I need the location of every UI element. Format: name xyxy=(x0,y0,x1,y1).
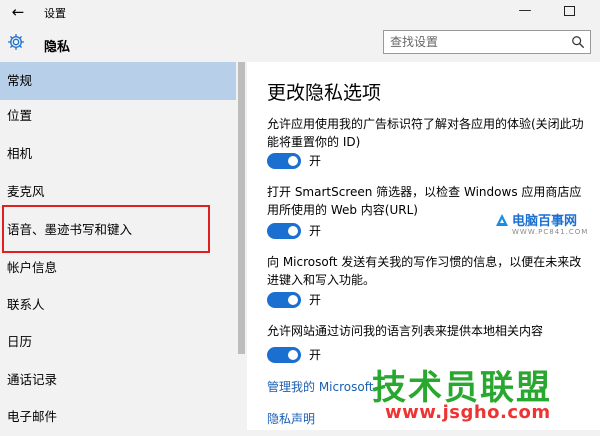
highlight-box xyxy=(2,205,210,253)
sidebar-item-location[interactable]: 位置 xyxy=(0,97,236,135)
gear-icon xyxy=(8,34,24,50)
manage-microsoft-link[interactable]: 管理我的 Microsoft xyxy=(267,378,373,395)
window-title: 设置 xyxy=(44,7,66,20)
toggle-state-label: 开 xyxy=(309,224,322,238)
toggle-advertising-id[interactable] xyxy=(267,153,301,169)
title-bar: ← 设置 — xyxy=(0,0,600,26)
toggle-state-label: 开 xyxy=(309,293,322,307)
setting-description-language-list: 允许网站通过访问我的语言列表来提供本地相关内容 xyxy=(267,324,544,338)
sidebar-scrollbar[interactable] xyxy=(237,62,246,430)
toggle-state-label: 开 xyxy=(309,154,322,168)
privacy-statement-link[interactable]: 隐私声明 xyxy=(267,410,315,427)
sidebar-item-call-history[interactable]: 通话记录 xyxy=(0,361,236,399)
sidebar-item-camera[interactable]: 相机 xyxy=(0,135,236,173)
toggle-language-list[interactable] xyxy=(267,347,301,363)
search-icon[interactable] xyxy=(571,35,585,49)
search-box[interactable] xyxy=(383,30,591,54)
watermark-url: www.jsgho.com xyxy=(385,402,551,423)
sidebar-item-contacts[interactable]: 联系人 xyxy=(0,286,236,324)
minimize-button[interactable]: — xyxy=(516,3,534,19)
section-title: 隐私 xyxy=(44,40,71,55)
toggle-knob xyxy=(288,156,298,166)
toggle-smartscreen[interactable] xyxy=(267,223,301,239)
toggle-knob xyxy=(288,226,298,236)
sidebar-item-general[interactable]: 常规 xyxy=(0,62,236,100)
maximize-button[interactable] xyxy=(560,3,578,19)
toggle-state-label: 开 xyxy=(309,348,322,362)
back-button[interactable]: ← xyxy=(8,2,28,22)
watermark-logo-text: 电脑百事网 xyxy=(512,214,578,229)
setting-description-writing-info: 向 Microsoft 发送有关我的写作习惯的信息，以便在未来改进键入和写入功能… xyxy=(267,255,582,287)
sidebar-item-account-info[interactable]: 帐户信息 xyxy=(0,249,236,287)
sidebar-item-calendar[interactable]: 日历 xyxy=(0,323,236,361)
settings-header: 隐私 xyxy=(0,26,600,62)
watermark-logo-sub: WWW.PC841.COM xyxy=(512,228,589,236)
page-title: 更改隐私选项 xyxy=(267,82,382,104)
maximize-icon xyxy=(563,6,575,16)
search-input[interactable] xyxy=(390,34,560,50)
toggle-writing-info[interactable] xyxy=(267,292,301,308)
toggle-knob xyxy=(288,350,298,360)
setting-description-advertising-id: 允许应用使用我的广告标识符了解对各应用的体验(关闭此功能将重置你的 ID) xyxy=(267,117,584,149)
watermark-logo: 电脑百事网 WWW.PC841.COM xyxy=(512,210,588,236)
toggle-knob xyxy=(288,295,298,305)
sidebar-item-email[interactable]: 电子邮件 xyxy=(0,398,236,436)
watermark-logo-icon xyxy=(496,214,508,226)
scrollbar-thumb[interactable] xyxy=(238,62,245,354)
